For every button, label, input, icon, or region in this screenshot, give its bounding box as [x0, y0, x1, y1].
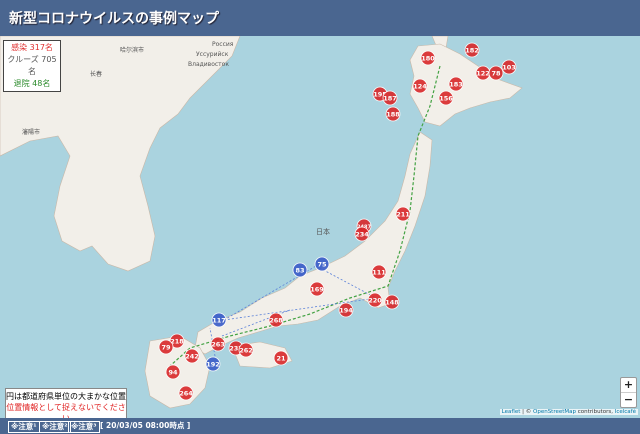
marker-label: 264 [179, 390, 193, 398]
update-timestamp: [ 20/03/05 08:00時点 ] [100, 421, 191, 430]
label-changchun: 长春 [90, 70, 102, 78]
case-marker[interactable]: 234 [354, 226, 370, 242]
osm-link[interactable]: OpenStreetMap [533, 409, 576, 415]
marker-label: 79 [161, 344, 171, 352]
case-marker[interactable]: 79 [158, 339, 174, 355]
attribution-sep: | © [520, 409, 533, 415]
case-marker[interactable]: 94 [165, 364, 181, 380]
case-marker[interactable]: 263 [210, 336, 226, 352]
marker-label: 103 [502, 64, 516, 72]
case-marker[interactable]: 83 [292, 262, 308, 278]
marker-label: 75 [317, 261, 327, 269]
case-marker[interactable]: 220 [367, 292, 383, 308]
infected-count: 感染 317名 [11, 43, 53, 52]
case-marker[interactable]: 21 [273, 350, 289, 366]
case-marker[interactable]: 194 [338, 302, 354, 318]
case-marker[interactable]: 268 [268, 312, 284, 328]
marker-label: 83 [295, 267, 304, 275]
case-marker[interactable]: 242 [184, 348, 200, 364]
marker-label: 183 [449, 81, 463, 89]
case-marker[interactable]: 117 [211, 312, 227, 328]
app-footer: ※注意¹ ※注意² ※注意³ [ 20/03/05 08:00時点 ] [0, 418, 640, 434]
map-view[interactable]: 1821227810318012418315619518718821124872… [0, 36, 640, 418]
label-russia: Россия [212, 41, 234, 48]
case-marker[interactable]: 183 [448, 76, 464, 92]
case-marker[interactable]: 187 [382, 90, 398, 106]
case-marker[interactable]: 148 [384, 294, 400, 310]
case-marker[interactable]: 182 [464, 42, 480, 58]
note3-button[interactable]: ※注意³ [68, 421, 100, 433]
case-marker[interactable]: 188 [385, 106, 401, 122]
zoom-out-button[interactable]: − [621, 392, 636, 407]
note1-button[interactable]: ※注意¹ [8, 421, 40, 433]
case-marker[interactable]: 169 [309, 281, 325, 297]
marker-label: 188 [386, 111, 400, 119]
case-marker[interactable]: 192 [205, 356, 221, 372]
marker-label: 187 [383, 95, 397, 103]
marker-label: 94 [168, 369, 178, 377]
label-harbin: 哈尔滨市 [120, 46, 144, 54]
leaflet-link[interactable]: Leaflet [502, 409, 521, 415]
marker-label: 192 [206, 361, 220, 369]
note-line-1: 円は都道府県単位の大まかな位置 [6, 392, 126, 401]
label-ussuriysk: Уссурийск [196, 51, 229, 58]
marker-label: 117 [212, 317, 226, 325]
marker-label: 111 [372, 269, 386, 277]
marker-label: 242 [185, 353, 199, 361]
zoom-control: + − [620, 377, 637, 408]
marker-label: 180 [421, 55, 435, 63]
marker-label: 156 [439, 95, 453, 103]
map-attribution: Leaflet | © OpenStreetMap contributors, … [499, 409, 638, 415]
app-header: 新型コロナウイルスの事例マップ [0, 0, 640, 36]
marker-label: 263 [211, 341, 225, 349]
case-marker[interactable]: 264 [178, 385, 194, 401]
case-marker[interactable]: 122 [475, 65, 491, 81]
case-marker[interactable]: 103 [501, 59, 517, 75]
marker-label: 122 [476, 70, 490, 78]
marker-label: 268 [269, 317, 283, 325]
marker-label: 234 [355, 231, 369, 239]
case-marker[interactable]: 78 [488, 65, 504, 81]
marker-label: 220 [368, 297, 382, 305]
case-marker[interactable]: 211 [395, 206, 411, 222]
case-marker[interactable]: 180 [420, 50, 436, 66]
label-vladivostok: Владивосток [188, 61, 229, 68]
case-marker[interactable]: 111 [371, 264, 387, 280]
cruise-count: クルーズ 705名 [7, 55, 57, 76]
case-marker[interactable]: 124 [412, 78, 428, 94]
stats-panel: 感染 317名 クルーズ 705名 退院 48名 [3, 40, 61, 92]
marker-label: 262 [239, 347, 253, 355]
marker-label: 148 [385, 299, 399, 307]
marker-label: 182 [465, 47, 479, 55]
case-marker[interactable]: 75 [314, 256, 330, 272]
discharged-count: 退院 48名 [13, 79, 51, 88]
case-marker[interactable]: 156 [438, 90, 454, 106]
marker-label: 21 [276, 355, 286, 363]
marker-label: 211 [396, 211, 410, 219]
attribution-contrib: contributors, [576, 409, 615, 415]
marker-label: 194 [339, 307, 353, 315]
label-shenyang: 瀋陽市 [22, 128, 40, 136]
label-japan: 日本 [316, 227, 330, 236]
page-title: 新型コロナウイルスの事例マップ [9, 11, 219, 27]
marker-label: 124 [413, 83, 427, 91]
marker-label: 169 [310, 286, 324, 294]
note2-button[interactable]: ※注意² [39, 421, 71, 433]
map-canvas[interactable]: 1821227810318012418315619518718821124872… [0, 36, 640, 418]
zoom-in-button[interactable]: + [621, 378, 636, 392]
case-marker[interactable]: 262 [238, 342, 254, 358]
tiles-link[interactable]: Icelcafé [615, 409, 636, 415]
marker-label: 78 [491, 70, 501, 78]
